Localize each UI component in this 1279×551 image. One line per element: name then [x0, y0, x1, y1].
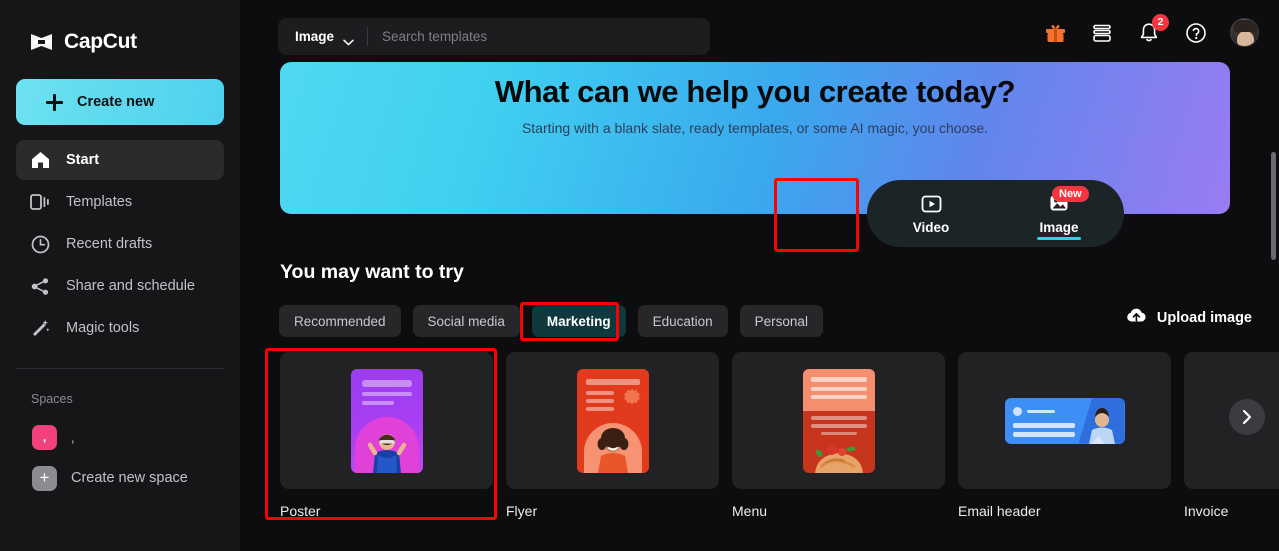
- sidebar-item-recent-drafts[interactable]: Recent drafts: [16, 224, 224, 264]
- section-title: You may want to try: [280, 261, 464, 283]
- magic-wand-icon: [30, 318, 50, 338]
- clock-icon: [30, 234, 50, 254]
- card-thumbnail: [732, 352, 945, 489]
- menu-artwork: [802, 368, 875, 473]
- category-tabs: Recommended Social media Marketing Educa…: [279, 305, 823, 337]
- tab-personal[interactable]: Personal: [739, 305, 823, 337]
- tab-social-media[interactable]: Social media: [412, 305, 520, 337]
- capcut-logo-icon: [28, 32, 55, 52]
- upload-image-button[interactable]: Upload image: [1126, 307, 1252, 328]
- help-icon[interactable]: [1183, 20, 1209, 46]
- chevron-right-icon: [1242, 409, 1252, 425]
- template-card-poster[interactable]: Poster: [280, 352, 493, 519]
- template-card-flyer[interactable]: Flyer: [506, 352, 719, 519]
- new-badge: New: [1052, 186, 1089, 202]
- create-new-button[interactable]: Create new: [16, 79, 224, 125]
- home-icon: [30, 150, 50, 170]
- card-label: Flyer: [506, 503, 538, 519]
- card-label: Email header: [958, 503, 1041, 519]
- mode-toggle-pill: Video Image New: [867, 180, 1124, 247]
- brand: CapCut: [0, 0, 240, 62]
- capcut-app: CapCut Create new Start Templates Recent…: [0, 0, 1279, 551]
- sidebar: CapCut Create new Start Templates Recent…: [0, 0, 240, 551]
- card-thumbnail: [958, 352, 1171, 489]
- tab-label: Marketing: [546, 313, 611, 329]
- carousel-next-button[interactable]: [1229, 399, 1265, 435]
- search-separator: [367, 27, 369, 46]
- gift-icon[interactable]: [1042, 20, 1068, 46]
- template-card-list: Poster Flyer Menu Email header Invoice: [280, 352, 1279, 519]
- email-header-artwork: [1004, 397, 1125, 444]
- sidebar-item-label: Recent drafts: [66, 236, 153, 252]
- card-label: Menu: [732, 503, 768, 519]
- mode-label: Video: [912, 219, 950, 235]
- create-new-space-label: Create new space: [71, 470, 188, 486]
- space-label: ,: [71, 429, 75, 445]
- card-thumbnail: [506, 352, 719, 489]
- search-type-label: Image: [295, 29, 335, 44]
- cloud-upload-icon: [1126, 307, 1147, 328]
- page-title: What can we help you create today?: [494, 74, 1016, 109]
- sidebar-item-share-and-schedule[interactable]: Share and schedule: [16, 266, 224, 306]
- brand-name: CapCut: [64, 30, 137, 53]
- mode-tab-video[interactable]: Video: [867, 180, 995, 247]
- main-content: Image Search templates 2 What can we hel…: [240, 0, 1279, 551]
- mode-label: Image: [1039, 219, 1079, 235]
- topbar-icons: 2: [1042, 13, 1259, 47]
- bell-icon[interactable]: 2: [1136, 13, 1169, 46]
- card-thumbnail: [280, 352, 493, 489]
- archive-icon[interactable]: [1089, 20, 1115, 46]
- search-type-dropdown[interactable]: Image: [278, 29, 354, 46]
- upload-image-label: Upload image: [1156, 309, 1252, 326]
- search-input[interactable]: [382, 29, 653, 44]
- share-icon: [30, 276, 50, 296]
- sidebar-item-label: Magic tools: [66, 320, 140, 336]
- topbar: Image Search templates 2: [240, 0, 1279, 62]
- hero-subtitle: Starting with a blank slate, ready templ…: [521, 120, 989, 136]
- spaces-section-title: Spaces: [31, 392, 73, 406]
- flyer-artwork: [576, 368, 649, 473]
- card-label: Invoice: [1184, 503, 1229, 519]
- card-label: Poster: [280, 503, 321, 519]
- create-new-label: Create new: [77, 94, 155, 110]
- video-play-icon: [920, 193, 943, 215]
- poster-artwork: [350, 368, 423, 473]
- tab-label: Recommended: [294, 313, 386, 329]
- sidebar-item-label: Share and schedule: [66, 278, 195, 294]
- avatar[interactable]: [1230, 18, 1259, 47]
- sidebar-divider: [16, 368, 224, 369]
- create-new-space-button[interactable]: + Create new space: [16, 459, 224, 497]
- search-bar[interactable]: Image: [278, 18, 710, 55]
- template-card-email-header[interactable]: Email header: [958, 352, 1171, 519]
- sidebar-nav: Start Templates Recent drafts Share and …: [16, 140, 224, 350]
- tab-label: Social media: [427, 313, 505, 329]
- chevron-down-icon: [343, 33, 354, 46]
- sidebar-item-templates[interactable]: Templates: [16, 182, 224, 222]
- sidebar-item-start[interactable]: Start: [16, 140, 224, 180]
- sidebar-item-label: Templates: [66, 194, 133, 210]
- space-item[interactable]: , ,: [16, 418, 224, 456]
- template-card-menu[interactable]: Menu: [732, 352, 945, 519]
- mode-tab-image[interactable]: Image New: [995, 180, 1123, 247]
- notification-badge: 2: [1152, 13, 1169, 31]
- page-scrollbar[interactable]: [1271, 152, 1276, 260]
- tab-recommended[interactable]: Recommended: [279, 305, 401, 337]
- active-mode-underline: [1037, 236, 1081, 240]
- tab-education[interactable]: Education: [637, 305, 728, 337]
- tab-label: Personal: [754, 313, 808, 329]
- space-avatar: ,: [32, 424, 57, 450]
- sidebar-item-label: Start: [66, 152, 100, 168]
- sidebar-item-magic-tools[interactable]: Magic tools: [16, 308, 224, 348]
- plus-icon: [46, 93, 63, 111]
- template-card-invoice[interactable]: Invoice: [1184, 352, 1279, 519]
- plus-icon: +: [32, 465, 57, 491]
- templates-icon: [30, 192, 50, 212]
- tab-marketing[interactable]: Marketing: [531, 305, 626, 337]
- tab-label: Education: [652, 313, 713, 329]
